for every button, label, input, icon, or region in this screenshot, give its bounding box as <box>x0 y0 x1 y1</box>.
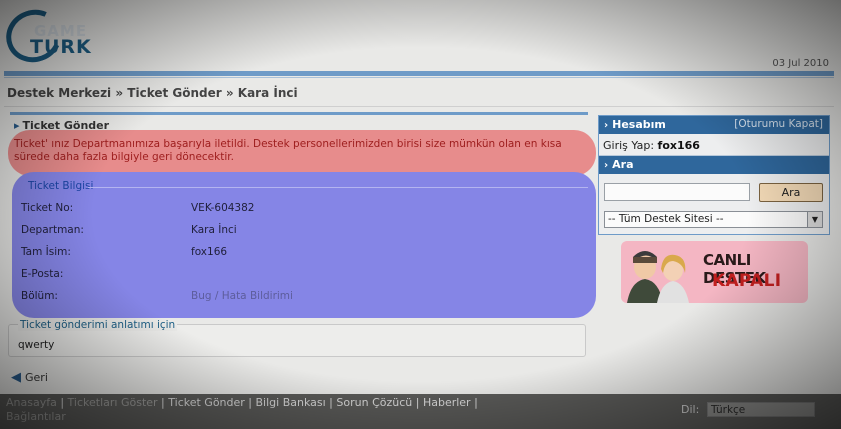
back-label: Geri <box>25 371 48 384</box>
arrow-right-icon: ▸ <box>14 119 20 132</box>
live-support-banner[interactable]: CANLI DESTEK KAPALI <box>621 241 808 303</box>
logo-text-bottom: TURK <box>30 36 92 58</box>
header-bar-line <box>4 77 834 78</box>
description-value: qwerty <box>18 339 55 351</box>
description-box: Ticket gönderimi anlatımı için qwerty <box>8 319 586 357</box>
banner-line2: KAPALI <box>712 271 782 291</box>
site-header: GAME TURK 03 Jul 2010 <box>0 0 841 80</box>
search-input[interactable] <box>604 183 750 201</box>
breadcrumb: Destek Merkezi » Ticket Gönder » Kara İn… <box>7 86 298 100</box>
site-select[interactable]: -- Tüm Destek Sitesi -- ▼ <box>604 211 823 228</box>
header-bar <box>4 71 834 76</box>
footer-link-home[interactable]: Anasayfa <box>6 396 57 409</box>
arrow-left-icon: ◀ <box>11 370 21 385</box>
full-name-row: Tam İsim: fox166 <box>21 246 227 264</box>
success-message: Ticket' ınız Departmanımıza başarıyla il… <box>8 130 596 176</box>
row-value: fox166 <box>191 246 228 258</box>
language-label: Dil: <box>681 403 700 416</box>
footer-link-links[interactable]: Bağlantılar <box>6 410 66 423</box>
language-select[interactable]: Türkçe <box>707 402 815 417</box>
back-link[interactable]: ◀ Geri <box>11 370 48 385</box>
chevron-right-icon: › <box>604 160 609 171</box>
chevron-down-icon: ▼ <box>807 212 822 227</box>
sidebar-panel: › Hesabım [Oturumu Kapat] Giriş Yap: fox1… <box>598 115 830 235</box>
row-label: E-Posta: <box>21 268 64 280</box>
description-legend: Ticket gönderimi anlatımı için <box>18 319 178 331</box>
ticket-info-legend: Ticket Bilgisi <box>28 180 94 192</box>
search-title: Ara <box>612 158 634 171</box>
support-agents-icon <box>627 251 689 303</box>
site-select-value: -- Tüm Destek Sitesi -- <box>608 213 724 225</box>
logout-link[interactable]: [Oturumu Kapat] <box>734 118 823 130</box>
footer-link-submit-ticket[interactable]: Ticket Gönder <box>168 396 245 409</box>
footer-link-troubleshooter[interactable]: Sorun Çözücü <box>336 396 412 409</box>
row-label: Tam İsim: <box>21 246 71 258</box>
section-row: Bölüm: Bug / Hata Bildirimi <box>21 290 293 308</box>
footer-link-knowledgebase[interactable]: Bilgi Bankası <box>256 396 326 409</box>
login-prefix: Giriş Yap: <box>603 139 655 152</box>
row-label: Departman: <box>21 224 84 236</box>
account-title: Hesabım <box>612 118 666 131</box>
row-label: Ticket No: <box>21 202 74 214</box>
login-user: fox166 <box>657 139 700 152</box>
row-value: Bug / Hata Bildirimi <box>191 290 293 302</box>
row-value: VEK-604382 <box>191 202 255 214</box>
footer-links: Anasayfa | Ticketları Göster | Ticket Gö… <box>6 396 478 423</box>
footer-link-view-tickets[interactable]: Ticketları Göster <box>68 396 158 409</box>
divider <box>4 106 834 107</box>
row-label: Bölüm: <box>21 290 58 302</box>
row-value: Kara İnci <box>191 224 237 236</box>
gameturk-logo[interactable]: GAME TURK <box>0 1 106 71</box>
department-row: Departman: Kara İnci <box>21 224 237 242</box>
search-button[interactable]: Ara <box>759 183 823 202</box>
footer-nav: Anasayfa | Ticketları Göster | Ticket Gö… <box>0 394 841 429</box>
legend-line <box>88 187 588 188</box>
chevron-right-icon: › <box>604 120 609 131</box>
current-date: 03 Jul 2010 <box>772 58 829 69</box>
section-title: ▸ Ticket Gönder <box>10 112 588 132</box>
search-header: › Ara <box>599 156 829 174</box>
account-header: › Hesabım [Oturumu Kapat] <box>599 116 829 134</box>
login-info: Giriş Yap: fox166 <box>599 134 829 156</box>
ticket-number-row: Ticket No: VEK-604382 <box>21 202 254 220</box>
ticket-info-box: Ticket Bilgisi Ticket No: VEK-604382 Depa… <box>12 172 596 318</box>
email-row: E-Posta: <box>21 268 191 286</box>
footer-link-news[interactable]: Haberler <box>423 396 471 409</box>
